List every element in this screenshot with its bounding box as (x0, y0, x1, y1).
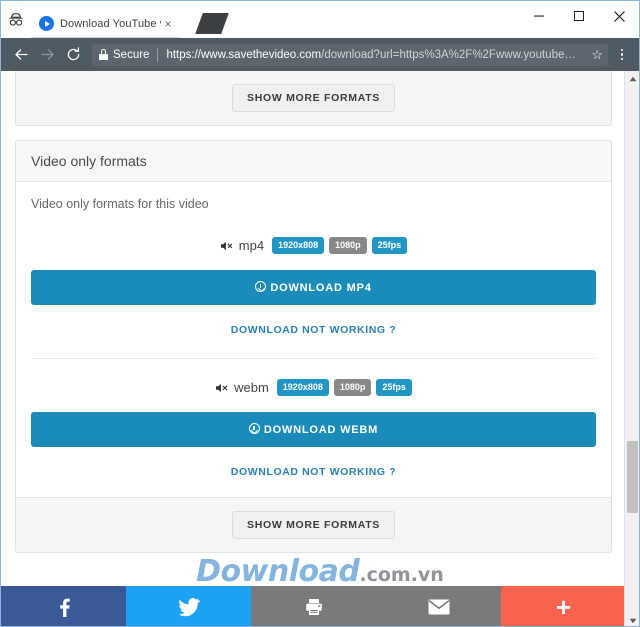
reload-icon[interactable] (60, 42, 86, 68)
omnibox-divider (157, 47, 159, 62)
tab-close-icon[interactable]: × (161, 17, 175, 31)
format-name: mp4 (238, 238, 265, 253)
badge-quality: 1080p (333, 379, 372, 396)
format-row-webm: webm 1920x808 1080p 25fps DOWNLOAD WEBM … (31, 379, 596, 478)
format-meta-line: mp4 1920x808 1080p 25fps (31, 237, 596, 254)
muted-speaker-icon (220, 240, 234, 252)
panel-heading: Video only formats (16, 141, 611, 182)
video-only-formats-panel: Video only formats Video only formats fo… (15, 140, 612, 553)
page-content: SHOW MORE FORMATS Video only formats Vid… (1, 71, 626, 626)
back-icon[interactable] (8, 42, 34, 68)
download-mp4-button[interactable]: DOWNLOAD MP4 (31, 270, 596, 305)
download-mp4-label: DOWNLOAD MP4 (270, 282, 372, 294)
show-more-formats-button-bottom[interactable]: SHOW MORE FORMATS (231, 511, 396, 539)
audio-formats-panel-bottom: SHOW MORE FORMATS (15, 71, 612, 126)
printer-icon (305, 599, 322, 615)
page-scrollbar[interactable] (624, 71, 639, 626)
maximize-button[interactable] (559, 1, 599, 31)
format-meta-line: webm 1920x808 1080p 25fps (31, 379, 596, 396)
share-print-button[interactable] (251, 586, 376, 626)
panel-description: Video only formats for this video (31, 197, 209, 211)
panel-footer: SHOW MORE FORMATS (16, 497, 611, 552)
minimize-button[interactable] (519, 1, 559, 31)
share-more-button[interactable]: + (501, 586, 626, 626)
badge-framerate: 25fps (371, 237, 408, 254)
url-path: /download?url=https%3A%2F%2Fwww.youtube… (321, 48, 576, 61)
download-circle-icon (255, 281, 267, 292)
twitter-icon (178, 597, 200, 617)
scrollbar-thumb[interactable] (627, 441, 638, 513)
format-divider (31, 358, 596, 359)
envelope-icon (428, 599, 449, 615)
url-host: https://www.savethevideo.com (166, 48, 322, 61)
download-not-working-link-webm[interactable]: DOWNLOAD NOT WORKING ? (31, 466, 596, 478)
window-controls (519, 1, 639, 31)
muted-speaker-icon (215, 382, 229, 394)
maximize-icon (574, 11, 584, 21)
format-row-mp4: mp4 1920x808 1080p 25fps DOWNLOAD MP4 DO… (31, 237, 596, 336)
browser-tab[interactable]: Download YouTube video × (31, 9, 181, 38)
share-email-button[interactable] (376, 586, 501, 626)
bookmark-star-icon[interactable]: ☆ (591, 47, 603, 63)
share-twitter-button[interactable] (126, 586, 251, 626)
browser-window: Download YouTube video × (0, 0, 640, 627)
page-viewport: SHOW MORE FORMATS Video only formats Vid… (1, 71, 639, 626)
lock-icon (99, 49, 108, 60)
show-more-formats-button-top[interactable]: SHOW MORE FORMATS (231, 84, 396, 112)
plus-icon: + (555, 592, 572, 622)
tab-title: Download YouTube video (60, 17, 161, 30)
format-name: webm (234, 380, 269, 395)
security-label: Secure (113, 48, 150, 61)
forward-icon (34, 42, 60, 68)
download-webm-label: DOWNLOAD WEBM (263, 424, 379, 436)
close-button[interactable] (599, 1, 639, 31)
new-tab-icon[interactable] (195, 13, 229, 34)
badge-framerate: 25fps (376, 379, 412, 396)
badge-resolution: 1920x808 (276, 379, 329, 396)
kebab-menu-icon[interactable] (612, 48, 632, 61)
scroll-down-arrow-icon[interactable] (625, 613, 639, 626)
address-bar[interactable]: Secure https://www.savethevideo.com/down… (92, 43, 608, 66)
panel-body: Video only formats for this video mp4 19… (16, 182, 611, 497)
browser-toolbar: Secure https://www.savethevideo.com/down… (1, 38, 639, 71)
download-webm-button[interactable]: DOWNLOAD WEBM (31, 412, 596, 447)
badge-quality: 1080p (329, 237, 367, 254)
panel-title: Video only formats (31, 153, 147, 169)
scroll-up-arrow-icon[interactable] (625, 71, 639, 86)
play-favicon-icon (39, 16, 54, 31)
panel-footer: SHOW MORE FORMATS (16, 71, 611, 125)
share-facebook-button[interactable] (1, 586, 126, 626)
badge-resolution: 1920x808 (272, 237, 325, 254)
download-not-working-link-mp4[interactable]: DOWNLOAD NOT WORKING ? (31, 324, 596, 336)
download-circle-icon (248, 423, 260, 434)
share-bar: + (1, 586, 626, 626)
facebook-icon (59, 598, 70, 617)
title-bar: Download YouTube video × (1, 1, 639, 38)
url-text: https://www.savethevideo.com/download?ur… (166, 49, 585, 61)
